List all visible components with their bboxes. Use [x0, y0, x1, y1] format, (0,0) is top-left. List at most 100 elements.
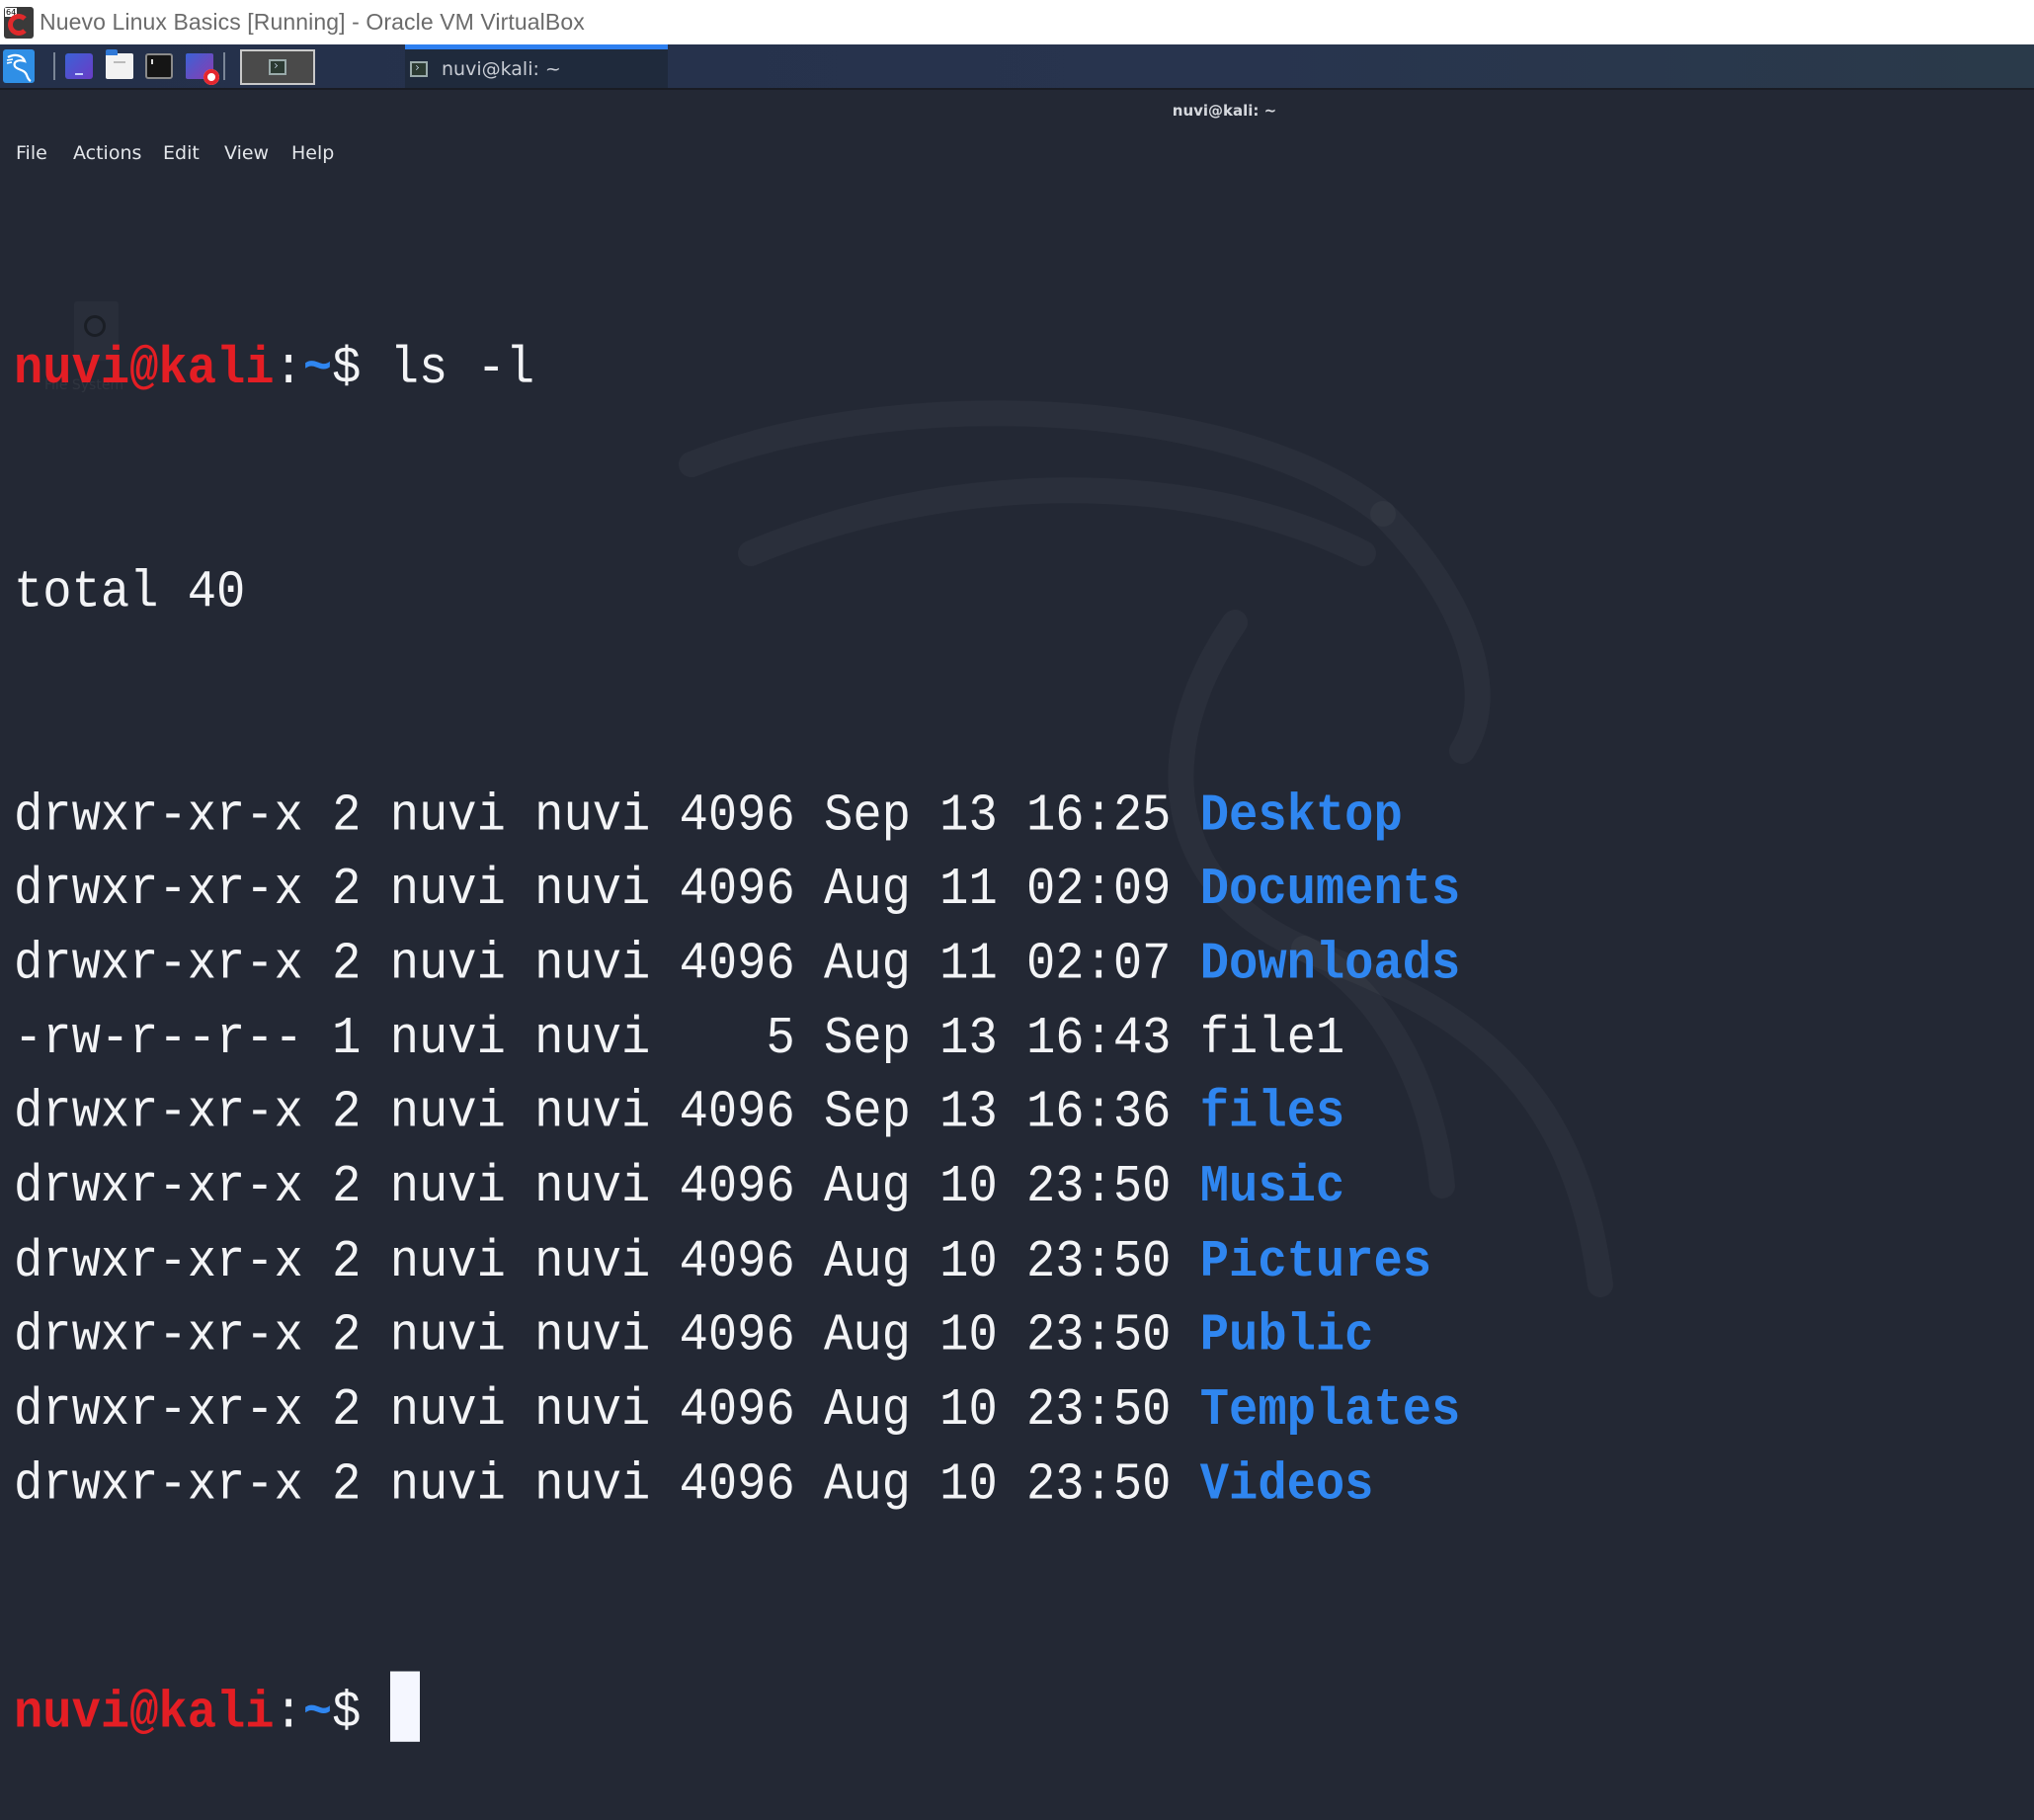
screen-recorder-launcher-icon[interactable]: [186, 53, 219, 85]
listing-links: 2: [332, 1305, 362, 1365]
prompt-colon: :: [274, 339, 303, 399]
menu-edit[interactable]: Edit: [163, 136, 200, 170]
listing-date: Aug 11 02:09: [824, 859, 1172, 920]
menu-view[interactable]: View: [224, 136, 269, 170]
listing-links: 2: [332, 1082, 362, 1143]
listing-owner: nuvi: [389, 1008, 506, 1068]
listing-perms: drwxr-xr-x: [14, 1082, 303, 1143]
listing-links: 2: [332, 1231, 362, 1291]
listing-perms: drwxr-xr-x: [14, 859, 303, 920]
directory-name: files: [1199, 1082, 1345, 1143]
directory-name: Pictures: [1199, 1231, 1432, 1291]
prompt-user-host: nuvi@kali: [14, 1683, 275, 1743]
prompt-symbol: $: [332, 339, 362, 399]
listing-group: nuvi: [534, 1156, 651, 1217]
listing-group: nuvi: [534, 934, 651, 994]
terminal-window-title: nuvi@kali: ~: [1172, 102, 1277, 120]
listing-group: nuvi: [534, 785, 651, 846]
listing-owner: nuvi: [389, 1305, 506, 1365]
listing-row: drwxr-xr-x 2 nuvi nuvi 4096 Aug 10 23:50…: [14, 1151, 1460, 1225]
kali-dragon-icon: [6, 53, 32, 82]
listing-row: drwxr-xr-x 2 nuvi nuvi 4096 Sep 13 16:25…: [14, 779, 1460, 853]
listing-group: nuvi: [534, 1231, 651, 1291]
directory-name: Public: [1199, 1305, 1374, 1365]
prompt-line[interactable]: nuvi@kali:~$: [14, 1671, 1460, 1745]
listing-date: Aug 10 23:50: [824, 1156, 1172, 1217]
listing-date: Aug 11 02:07: [824, 934, 1172, 994]
total-line: total 40: [14, 561, 246, 622]
text-cursor: [389, 1671, 420, 1742]
top-panel: nuvi@kali: ~: [0, 44, 2034, 90]
file-manager-launcher-icon[interactable]: [106, 49, 133, 79]
prompt-user-host: nuvi@kali: [14, 339, 275, 399]
listing-perms: drwxr-xr-x: [14, 1156, 303, 1217]
directory-name: Downloads: [1199, 934, 1461, 994]
listing-owner: nuvi: [389, 859, 506, 920]
workspace-launcher-icon[interactable]: [65, 53, 93, 79]
directory-name: Templates: [1199, 1379, 1461, 1441]
listing-size: 4096: [679, 1156, 795, 1217]
listing-perms: drwxr-xr-x: [14, 1231, 303, 1291]
terminal-icon: [410, 60, 428, 77]
listing-date: Aug 10 23:50: [824, 1379, 1172, 1441]
listing-size: 4096: [679, 1082, 795, 1143]
workspace-switcher[interactable]: [240, 49, 315, 85]
listing-group: nuvi: [534, 1379, 651, 1441]
listing-row: drwxr-xr-x 2 nuvi nuvi 4096 Aug 10 23:50…: [14, 1373, 1460, 1448]
listing-size: 4096: [679, 859, 795, 920]
listing-owner: nuvi: [389, 785, 506, 846]
listing-row: drwxr-xr-x 2 nuvi nuvi 4096 Aug 11 02:09…: [14, 853, 1460, 927]
file-name: file1: [1199, 1008, 1345, 1068]
terminal-menubar: File Actions Edit View Help: [0, 136, 2034, 170]
listing-size: 4096: [679, 785, 795, 846]
listing-row: drwxr-xr-x 2 nuvi nuvi 4096 Aug 11 02:07…: [14, 928, 1460, 1002]
listing-date: Aug 10 23:50: [824, 1305, 1172, 1365]
listing-perms: drwxr-xr-x: [14, 1305, 303, 1365]
listing-links: 2: [332, 1454, 362, 1515]
listing-size: 4096: [679, 934, 795, 994]
terminal-launcher-icon[interactable]: [145, 53, 173, 79]
menu-actions[interactable]: Actions: [73, 136, 141, 170]
listing-perms: -rw-r--r--: [14, 1008, 303, 1068]
virtualbox-logo-icon: 64: [4, 6, 34, 39]
listing: drwxr-xr-x 2 nuvi nuvi 4096 Sep 13 16:25…: [14, 779, 1460, 1523]
listing-owner: nuvi: [389, 1156, 506, 1217]
listing-links: 2: [332, 785, 362, 846]
command-text: ls -l: [361, 339, 535, 399]
listing-row: drwxr-xr-x 2 nuvi nuvi 4096 Aug 10 23:50…: [14, 1225, 1460, 1299]
listing-owner: nuvi: [389, 1231, 506, 1291]
menu-file[interactable]: File: [16, 136, 47, 170]
listing-date: Aug 10 23:50: [824, 1231, 1172, 1291]
kali-menu-button[interactable]: [3, 49, 35, 83]
listing-size: 5: [679, 1008, 795, 1068]
menu-help[interactable]: Help: [291, 136, 334, 170]
listing-group: nuvi: [534, 859, 651, 920]
prompt-path: ~: [302, 339, 333, 399]
listing-row: drwxr-xr-x 2 nuvi nuvi 4096 Aug 10 23:50…: [14, 1448, 1460, 1523]
directory-name: Desktop: [1199, 785, 1403, 846]
listing-links: 2: [332, 934, 362, 994]
listing-group: nuvi: [534, 1082, 651, 1143]
directory-name: Music: [1199, 1156, 1345, 1217]
taskbar-item-terminal[interactable]: nuvi@kali: ~: [405, 44, 668, 88]
listing-links: 2: [332, 1156, 362, 1217]
listing-size: 4096: [679, 1454, 795, 1515]
listing-row: drwxr-xr-x 2 nuvi nuvi 4096 Aug 10 23:50…: [14, 1299, 1460, 1373]
host-titlebar: 64 Nuevo Linux Basics [Running] - Oracle…: [0, 0, 2034, 44]
prompt-colon: :: [274, 1683, 303, 1743]
listing-row: -rw-r--r-- 1 nuvi nuvi 5 Sep 13 16:43 fi…: [14, 1002, 1460, 1076]
listing-perms: drwxr-xr-x: [14, 934, 303, 994]
listing-group: nuvi: [534, 1008, 651, 1068]
prompt-path: ~: [302, 1683, 333, 1743]
terminal-output[interactable]: nuvi@kali:~$ ls -l total 40 drwxr-xr-x 2…: [14, 184, 1460, 1820]
panel-separator: [223, 52, 225, 80]
directory-name: Documents: [1199, 859, 1461, 920]
listing-owner: nuvi: [389, 934, 506, 994]
prompt-symbol: $: [332, 1683, 362, 1743]
listing-links: 1: [332, 1008, 362, 1068]
listing-date: Aug 10 23:50: [824, 1454, 1172, 1515]
listing-size: 4096: [679, 1305, 795, 1365]
taskbar-item-label: nuvi@kali: ~: [442, 57, 561, 80]
listing-group: nuvi: [534, 1454, 651, 1515]
command-line: nuvi@kali:~$ ls -l: [14, 333, 1460, 407]
